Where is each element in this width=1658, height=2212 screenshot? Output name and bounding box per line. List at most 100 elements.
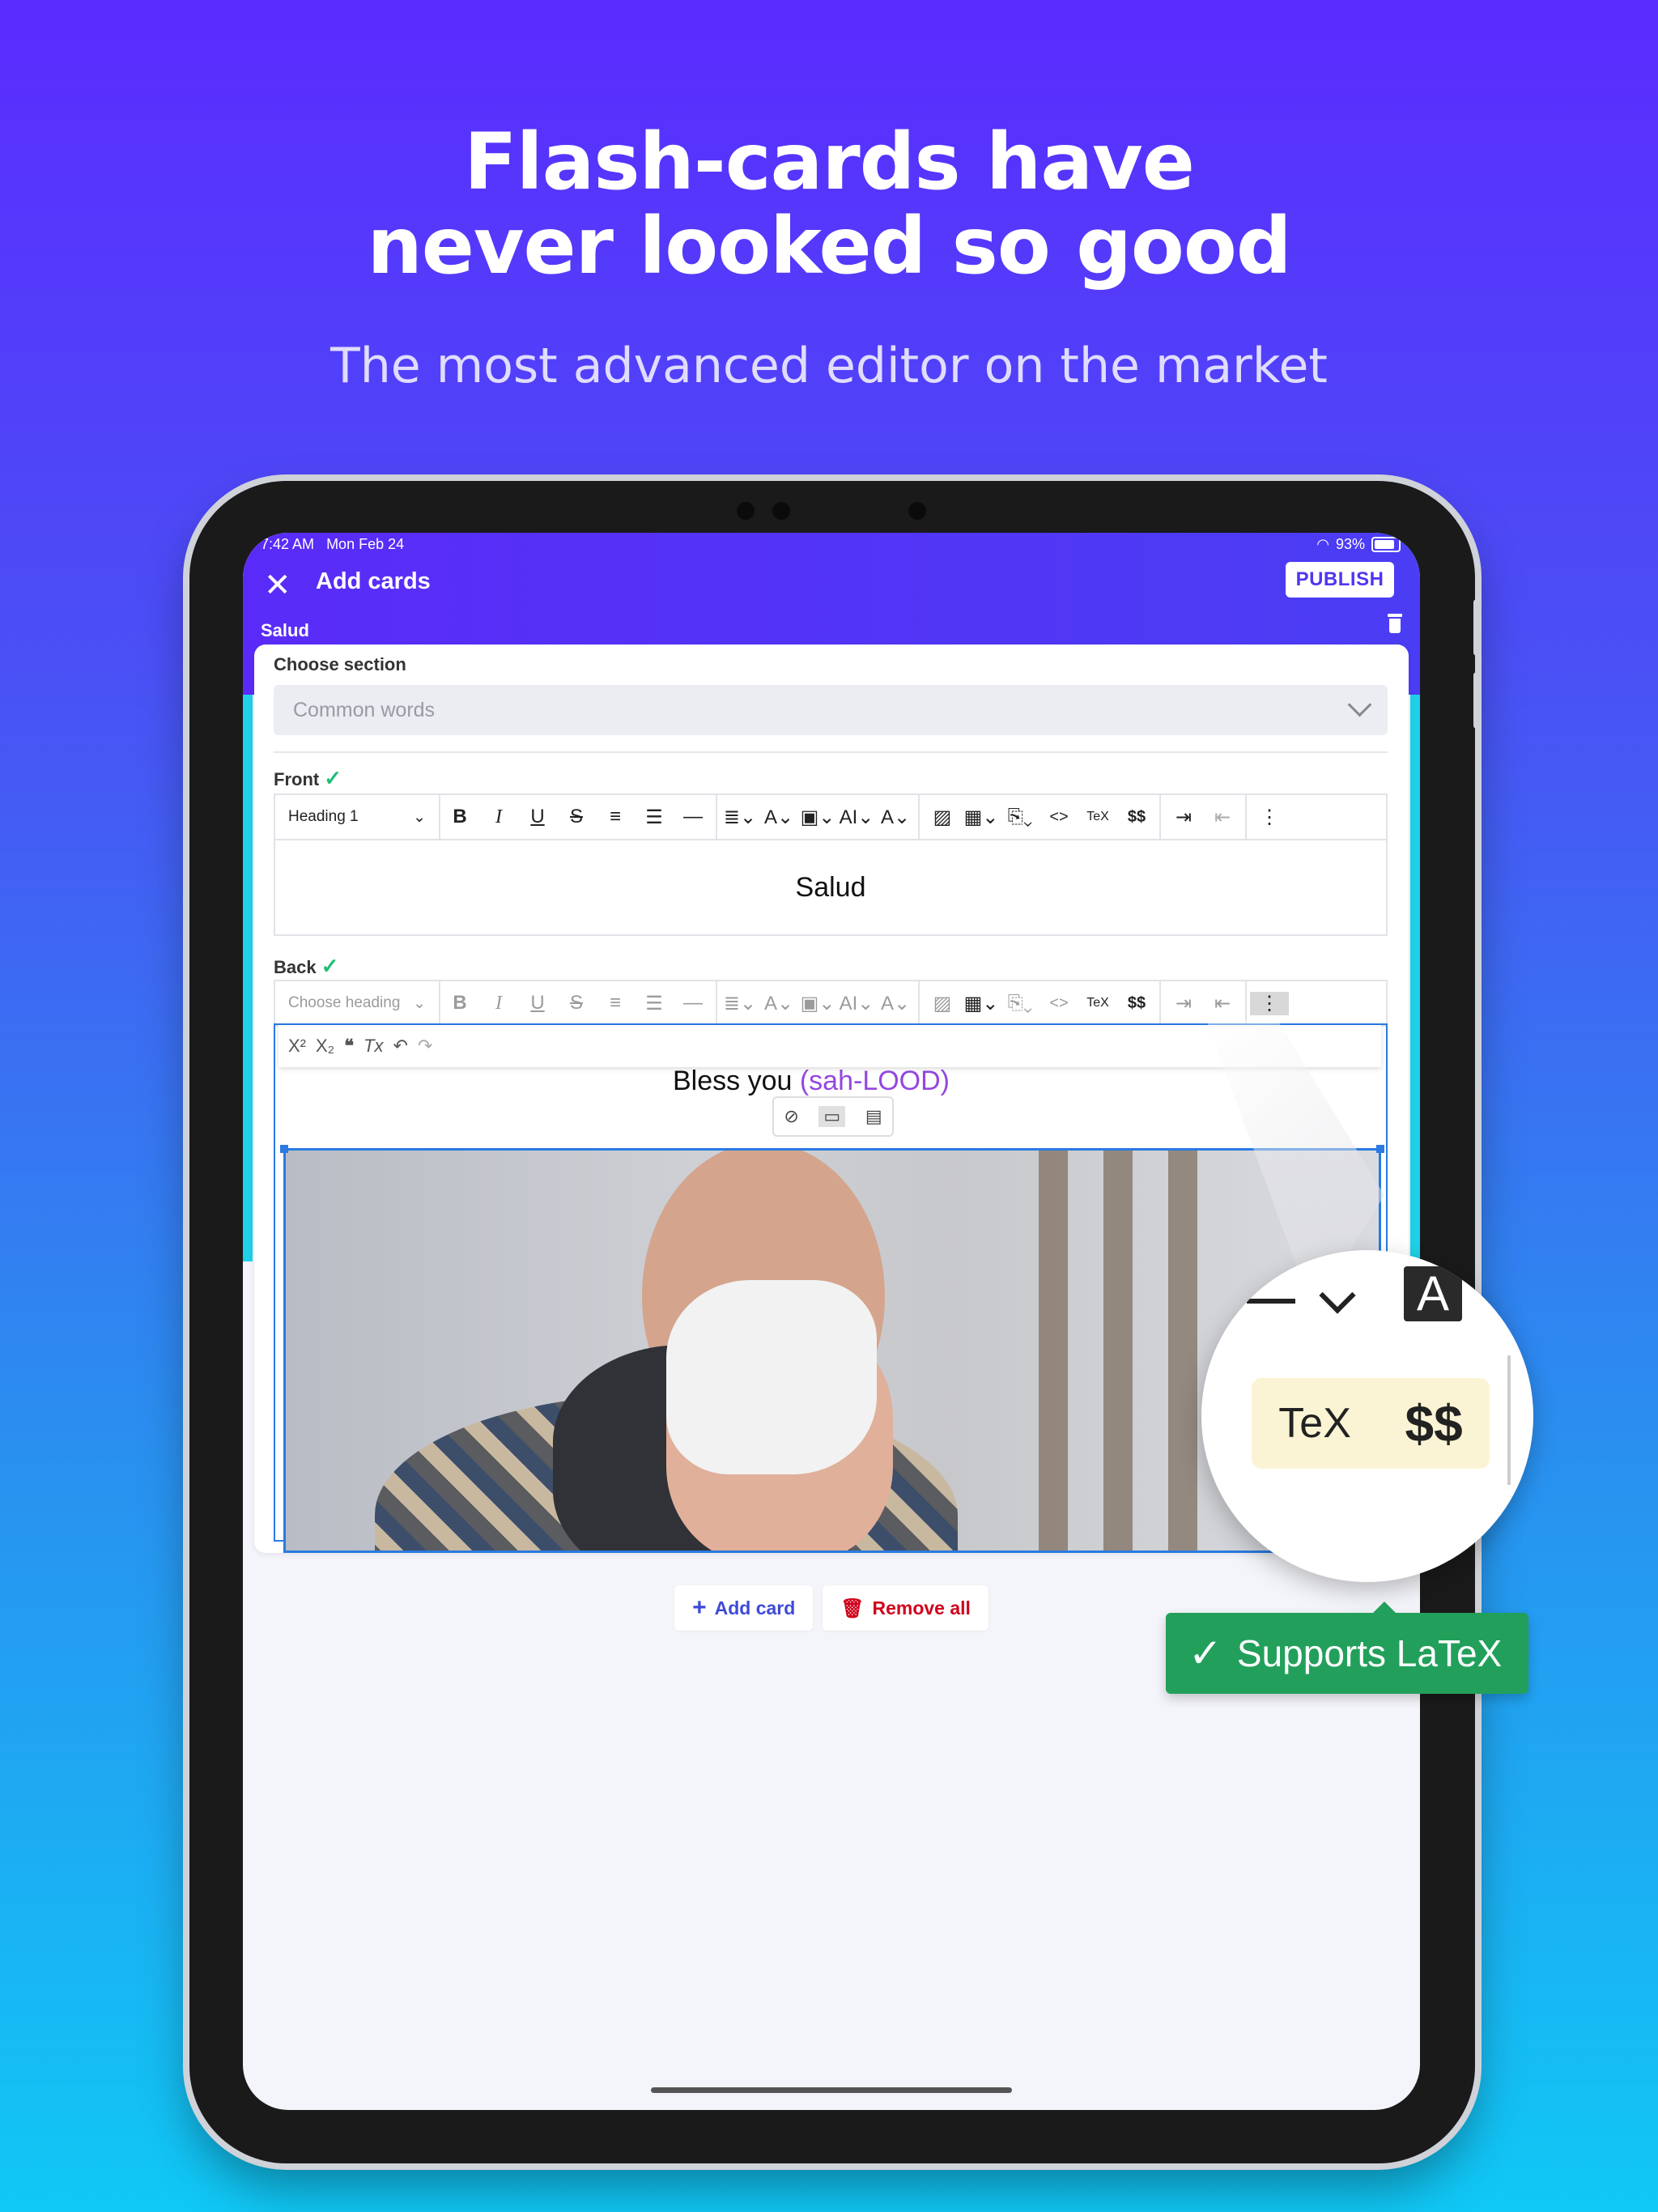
italic-button[interactable]: I (479, 993, 518, 1015)
trash-icon: 🗑 (840, 1597, 865, 1619)
add-card-button[interactable]: + Add card (674, 1585, 814, 1631)
math-button[interactable]: $$ (1117, 808, 1156, 827)
window-frame (1168, 1151, 1197, 1551)
indent-icon[interactable]: ⇥ (1164, 806, 1203, 829)
strikethrough-button[interactable]: S (557, 806, 596, 828)
underline-icon (1247, 1299, 1295, 1304)
tex-button[interactable]: TeX (1078, 996, 1117, 1010)
resize-handle[interactable] (1376, 1145, 1384, 1153)
bullet-list-icon[interactable]: ☰ (635, 806, 674, 829)
code-button[interactable]: <> (1039, 994, 1078, 1013)
heading-select-value: Heading 1 (288, 808, 359, 825)
underline-button[interactable]: U (518, 992, 557, 1015)
resize-handle[interactable] (280, 1145, 288, 1153)
close-icon[interactable]: ✕ (264, 567, 291, 604)
outdent-icon[interactable]: ⇤ (1203, 806, 1242, 829)
highlight-icon: A (1404, 1266, 1462, 1321)
camera-dot (908, 502, 926, 520)
bold-button[interactable]: B (440, 806, 479, 828)
window-frame (1039, 1151, 1068, 1551)
underline-button[interactable]: U (518, 806, 557, 828)
indent-icon[interactable]: ⇥ (1164, 992, 1203, 1015)
section-select[interactable]: Common words (274, 685, 1388, 735)
italic-button[interactable]: I (479, 806, 518, 828)
highlight-icon[interactable]: ▣⌄ (798, 992, 837, 1015)
image-toolbar: ⊘ ▭ ▤ (772, 1096, 894, 1137)
status-time-text: 7:42 AM (261, 536, 315, 552)
align-icon[interactable]: ≣⌄ (721, 806, 759, 829)
status-date-text: Mon Feb 24 (326, 536, 405, 552)
bold-button[interactable]: B (440, 992, 479, 1015)
toolbar-separator (1159, 794, 1161, 840)
photo-tissue (666, 1280, 877, 1474)
font-size-icon[interactable]: AI⌄ (837, 806, 876, 829)
page-title: Add cards (316, 568, 431, 594)
toolbar-separator (1159, 981, 1161, 1026)
image-icon[interactable]: ▨ (923, 806, 962, 829)
more-button[interactable]: ⋮ (1250, 991, 1289, 1015)
heading-select[interactable]: Choose heading ⌄ (275, 981, 440, 1025)
publish-button[interactable]: PUBLISH (1286, 562, 1394, 598)
volume-button (1473, 672, 1480, 729)
font-size-icon[interactable]: AI⌄ (837, 992, 876, 1015)
latex-badge-label: Supports LaTeX (1236, 1632, 1503, 1674)
tex-button[interactable]: TeX (1078, 810, 1117, 824)
text-format-icon[interactable]: A⌄ (876, 806, 915, 829)
more-button[interactable]: ⋮ (1250, 806, 1289, 829)
toolbar-separator (716, 981, 717, 1026)
front-content: Salud (795, 871, 866, 903)
chevron-down-icon: ⌄ (413, 808, 426, 826)
embed-icon[interactable]: ⎘⌄ (1001, 806, 1039, 828)
toolbar-separator (716, 794, 717, 840)
table-icon[interactable]: ▦⌄ (962, 992, 1001, 1015)
align-icon[interactable]: ≣⌄ (721, 992, 759, 1015)
background-accent (243, 695, 253, 1261)
ordered-list-icon[interactable]: ≡ (596, 806, 635, 828)
image-icon[interactable]: ▨ (923, 992, 962, 1015)
wifi-icon: ◠ (1316, 536, 1329, 552)
embed-icon[interactable]: ⎘⌄ (1001, 992, 1039, 1015)
remove-all-button[interactable]: 🗑 Remove all (823, 1585, 988, 1631)
front-editor[interactable]: Salud (274, 840, 1388, 936)
front-label-text: Front (274, 769, 320, 789)
text-format-icon[interactable]: A⌄ (876, 992, 915, 1015)
hide-icon[interactable]: ⊘ (784, 1106, 798, 1127)
trash-icon[interactable] (1388, 614, 1402, 635)
redo-icon[interactable]: ↷ (418, 1036, 432, 1057)
plus-icon: + (692, 1594, 707, 1621)
back-label-text: Back (274, 957, 317, 977)
back-content-main: Bless you (673, 1066, 793, 1096)
strikethrough-button[interactable]: S (557, 992, 596, 1015)
back-content-pronunciation: (sah-LOOD) (799, 1066, 950, 1096)
bullet-list-icon[interactable]: ☰ (635, 992, 674, 1015)
magnifier-callout: A TeX $$ (1201, 1250, 1533, 1582)
math-button[interactable]: $$ (1117, 994, 1156, 1013)
undo-icon[interactable]: ↶ (393, 1036, 408, 1057)
chevron-down-icon (1319, 1277, 1356, 1314)
marketing-subheadline: The most advanced editor on the market (330, 338, 1328, 394)
check-icon: ✓ (324, 766, 342, 790)
back-toolbar: Choose heading ⌄ B I U S ≡ ☰ — ≣⌄ A⌄ ▣⌄ A… (274, 980, 1388, 1027)
clear-format-icon[interactable]: Tx (363, 1036, 383, 1057)
front-toolbar: Heading 1 ⌄ B I U S ≡ ☰ — ≣⌄ A⌄ ▣⌄ AI⌄ A⌄… (274, 793, 1388, 840)
heading-select[interactable]: Heading 1 ⌄ (275, 795, 440, 839)
add-card-label: Add card (714, 1597, 796, 1619)
subscript-button[interactable]: X₂ (316, 1036, 334, 1057)
marketing-headline: Flash-cards have never looked so good (0, 120, 1658, 288)
horizontal-rule-icon[interactable]: — (674, 806, 712, 828)
table-icon[interactable]: ▦⌄ (962, 806, 1001, 829)
side-image-icon[interactable]: ▤ (865, 1106, 882, 1127)
highlight-icon[interactable]: ▣⌄ (798, 806, 837, 829)
code-button[interactable]: <> (1039, 808, 1078, 827)
outdent-icon[interactable]: ⇤ (1203, 992, 1242, 1015)
toolbar-separator (918, 981, 920, 1026)
font-color-icon[interactable]: A⌄ (759, 806, 798, 829)
headline-line-1: Flash-cards have (464, 117, 1195, 207)
horizontal-rule-icon[interactable]: — (674, 992, 712, 1015)
front-label: Front ✓ (274, 766, 342, 791)
ordered-list-icon[interactable]: ≡ (596, 992, 635, 1015)
full-width-icon[interactable]: ▭ (818, 1106, 846, 1127)
font-color-icon[interactable]: A⌄ (759, 992, 798, 1015)
superscript-button[interactable]: X² (288, 1036, 306, 1057)
quote-icon[interactable]: ❝ (344, 1036, 354, 1057)
